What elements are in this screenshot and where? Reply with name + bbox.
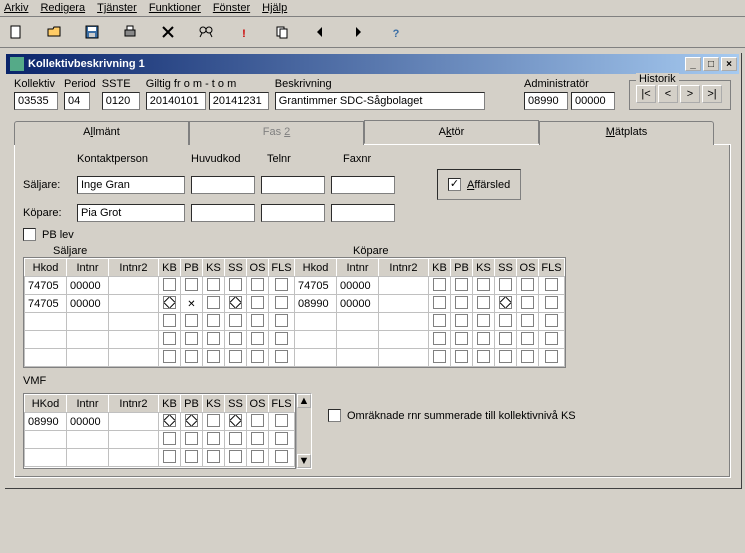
minimize-button[interactable]: _ (685, 57, 701, 71)
affarsled-group: Affärsled (437, 169, 521, 200)
print-icon[interactable] (118, 21, 142, 43)
find-icon[interactable] (194, 21, 218, 43)
historik-prev-button[interactable]: < (658, 85, 678, 103)
svg-text:?: ? (393, 28, 400, 40)
prev-icon[interactable] (308, 21, 332, 43)
beskrivning-label: Beskrivning (275, 78, 518, 90)
sste-label: SSTE (102, 78, 140, 90)
titlebar: Kollektivbeskrivning 1 _ □ × (6, 54, 739, 74)
vmf-scrollbar[interactable]: ▲▼ (296, 393, 312, 469)
close-button[interactable]: × (721, 57, 737, 71)
alert-icon[interactable]: ! (232, 21, 256, 43)
admin1-input[interactable] (524, 92, 568, 110)
omraknade-label: Omräknade rnr summerade till kollektivni… (347, 410, 576, 422)
sste-input[interactable] (102, 92, 140, 110)
historik-next-button[interactable]: > (680, 85, 700, 103)
tab-fas2[interactable]: Fas 2 (189, 121, 364, 145)
menu-redigera[interactable]: Redigera (40, 2, 85, 14)
help-icon[interactable]: ? (384, 21, 408, 43)
toolbar: ! ? (0, 17, 745, 48)
kopare-kontakt-input[interactable] (77, 204, 185, 222)
huvudkod-label: Huvudkod (191, 153, 261, 165)
window-title: Kollektivbeskrivning 1 (28, 58, 145, 70)
saljare-kontakt-input[interactable] (77, 176, 185, 194)
kopare-label: Köpare: (23, 207, 71, 219)
grid-saljare-header: Säljare (53, 245, 353, 257)
menubar: Arkiv Redigera Tjänster Funktioner Fönst… (0, 0, 745, 17)
vmf-label: VMF (23, 375, 722, 387)
window: Kollektivbeskrivning 1 _ □ × Kollektiv P… (4, 52, 741, 488)
historik-group: Historik |<<>>| (629, 80, 731, 110)
menu-fonster[interactable]: Fönster (213, 2, 250, 14)
kollektiv-input[interactable] (14, 92, 58, 110)
grid-kopare-header: Köpare (353, 245, 388, 257)
maximize-button[interactable]: □ (703, 57, 719, 71)
menu-arkiv[interactable]: Arkiv (4, 2, 28, 14)
kopare-faxnr-input[interactable] (331, 204, 395, 222)
giltig-tom-input[interactable] (209, 92, 269, 110)
kollektiv-label: Kollektiv (14, 78, 58, 90)
menu-funktioner[interactable]: Funktioner (149, 2, 201, 14)
main-grid[interactable]: HkodIntnrIntnr2KBPBKSSSOSFLSHkodIntnrInt… (23, 257, 566, 368)
historik-last-button[interactable]: >| (702, 85, 722, 103)
new-icon[interactable] (4, 21, 28, 43)
tabs: Allmänt Fas 2 Aktör Mätplats (14, 120, 731, 145)
pblev-label: PB lev (42, 229, 74, 241)
saljare-faxnr-input[interactable] (331, 176, 395, 194)
delete-icon[interactable] (156, 21, 180, 43)
saljare-huvudkod-input[interactable] (191, 176, 255, 194)
affarsled-label: Affärsled (467, 179, 510, 191)
copy-icon[interactable] (270, 21, 294, 43)
tab-aktor[interactable]: Aktör (364, 120, 539, 144)
historik-label: Historik (636, 73, 679, 85)
beskrivning-input[interactable] (275, 92, 485, 110)
telnr-label: Telnr (267, 153, 337, 165)
admin-label: Administratör (524, 78, 615, 90)
menu-tjanster[interactable]: Tjänster (97, 2, 137, 14)
admin2-input[interactable] (571, 92, 615, 110)
saljare-label: Säljare: (23, 179, 71, 191)
tab-matplats[interactable]: Mätplats (539, 121, 714, 145)
affarsled-checkbox[interactable] (448, 178, 461, 191)
next-icon[interactable] (346, 21, 370, 43)
open-icon[interactable] (42, 21, 66, 43)
menu-hjalp[interactable]: Hjälp (262, 2, 287, 14)
period-input[interactable] (64, 92, 90, 110)
giltig-from-input[interactable] (146, 92, 206, 110)
giltig-label: Giltig fr o m - t o m (146, 78, 269, 90)
faxnr-label: Faxnr (343, 153, 413, 165)
kopare-telnr-input[interactable] (261, 204, 325, 222)
svg-text:!: ! (242, 28, 246, 40)
historik-first-button[interactable]: |< (636, 85, 656, 103)
tab-allmant[interactable]: Allmänt (14, 121, 189, 145)
kopare-huvudkod-input[interactable] (191, 204, 255, 222)
vmf-grid[interactable]: HKodIntnrIntnr2KBPBKSSSOSFLS0899000000 (23, 393, 296, 469)
omraknade-checkbox[interactable] (328, 409, 341, 422)
pblev-checkbox[interactable] (23, 228, 36, 241)
period-label: Period (64, 78, 96, 90)
aktor-panel: Kontaktperson Huvudkod Telnr Faxnr Sälja… (14, 145, 731, 478)
save-icon[interactable] (80, 21, 104, 43)
saljare-telnr-input[interactable] (261, 176, 325, 194)
kontaktperson-label: Kontaktperson (77, 153, 185, 165)
